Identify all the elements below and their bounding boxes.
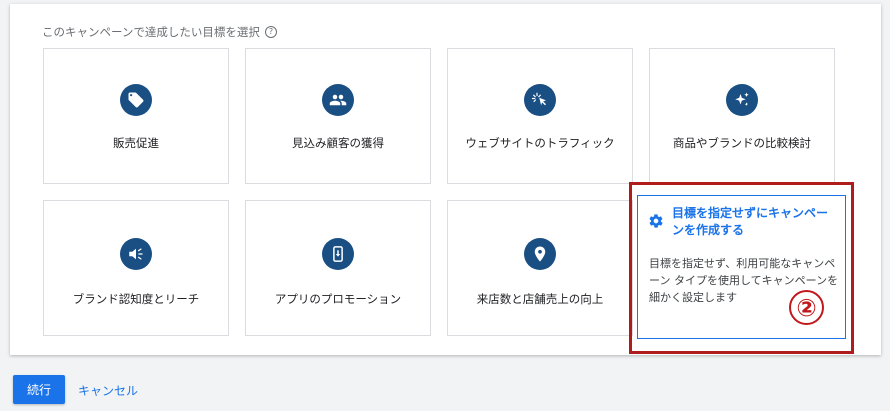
phone-icon xyxy=(322,238,354,270)
goal-tile-label: 商品やブランドの比較検討 xyxy=(673,136,811,150)
goal-tile-sales[interactable]: 販売促進 xyxy=(43,48,229,184)
goal-heading-text: このキャンペーンで達成したい目標を選択 xyxy=(42,25,260,39)
step-marker: ② xyxy=(789,290,824,325)
goal-tile-label: アプリのプロモーション xyxy=(274,292,402,306)
people-icon xyxy=(322,84,354,116)
goal-tile-label: ウェブサイトのトラフィック xyxy=(465,136,615,150)
goal-tile-label: ブランド認知度とリーチ xyxy=(72,292,200,306)
goal-tile-brand-awareness[interactable]: ブランド認知度とリーチ xyxy=(43,200,229,336)
goal-tile-label: 販売促進 xyxy=(113,136,159,150)
cursor-click-icon xyxy=(524,84,556,116)
megaphone-icon xyxy=(120,238,152,270)
gear-icon xyxy=(648,213,664,233)
location-pin-icon xyxy=(524,238,556,270)
tag-icon xyxy=(120,84,152,116)
goal-tile-local-store[interactable]: 来店数と店舗売上の向上 xyxy=(447,200,633,336)
continue-button[interactable]: 続行 xyxy=(13,375,65,404)
goal-tile-leads[interactable]: 見込み顧客の獲得 xyxy=(245,48,431,184)
goal-tile-website-traffic[interactable]: ウェブサイトのトラフィック xyxy=(447,48,633,184)
goal-tile-label: 見込み顧客の獲得 xyxy=(292,136,384,150)
sparkle-icon xyxy=(726,84,758,116)
no-goal-title: 目標を指定せずにキャンペーンを作成する xyxy=(672,206,829,237)
goal-tile-consideration[interactable]: 商品やブランドの比較検討 xyxy=(649,48,835,184)
cancel-button[interactable]: キャンセル xyxy=(78,382,138,399)
goal-tile-app-promotion[interactable]: アプリのプロモーション xyxy=(245,200,431,336)
goal-tile-label: 来店数と店舗売上の向上 xyxy=(476,292,604,306)
help-icon[interactable]: ? xyxy=(264,26,277,38)
goal-heading: このキャンペーンで達成したい目標を選択 ? xyxy=(42,24,277,40)
